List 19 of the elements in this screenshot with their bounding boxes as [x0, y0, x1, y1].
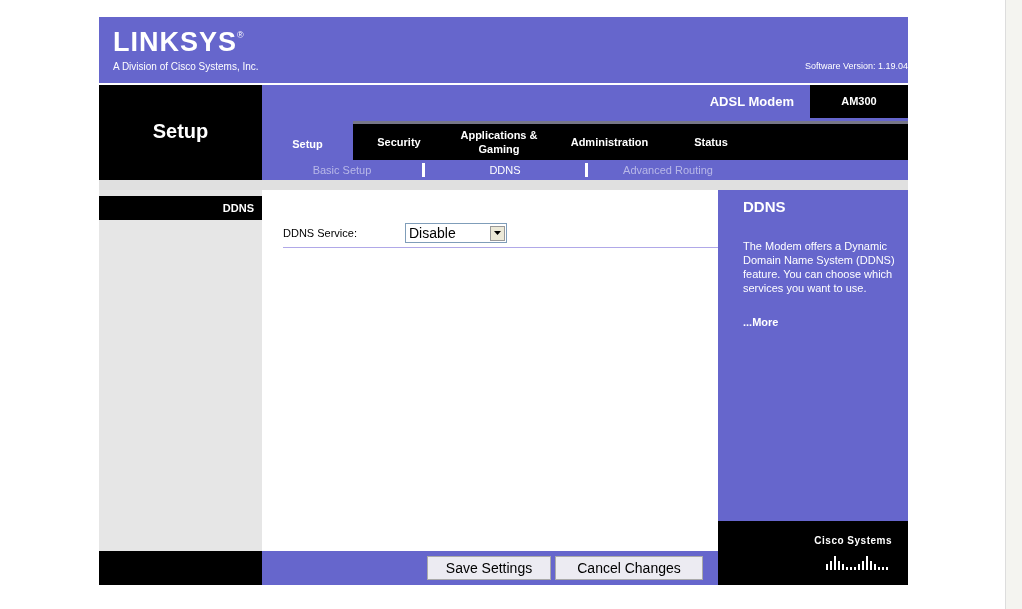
software-version: Software Version: 1.19.04 — [804, 59, 908, 73]
logo: LINKSYS — [113, 29, 238, 56]
field-label: DDNS Service: — [283, 225, 358, 241]
section-title: Setup — [152, 118, 209, 144]
action-button[interactable]: Cancel Changes — [555, 556, 703, 580]
brand-name: Cisco Systems — [814, 534, 892, 548]
subtab-link[interactable]: DDNS — [425, 161, 585, 179]
help-title: DDNS — [743, 197, 787, 217]
help-text: The Modem offers a Dynamic Domain Name System (DDNS) feature. You can choose which services you want to use. — [743, 238, 896, 295]
product-name: ADSL Modem — [709, 92, 794, 111]
action-button[interactable]: Save Settings — [427, 556, 551, 580]
service-dropdown[interactable]: Disable — [405, 223, 507, 243]
scrollbar[interactable] — [1005, 0, 1022, 609]
more-link[interactable]: ...More — [743, 313, 900, 330]
tagline: A Division of Cisco Systems, Inc. — [113, 60, 259, 74]
registered-mark: ® — [237, 29, 244, 40]
sidebar-heading: DDNS — [222, 200, 254, 216]
nav-tab[interactable]: Setup — [262, 121, 353, 160]
model-number: AM300 — [841, 94, 877, 110]
